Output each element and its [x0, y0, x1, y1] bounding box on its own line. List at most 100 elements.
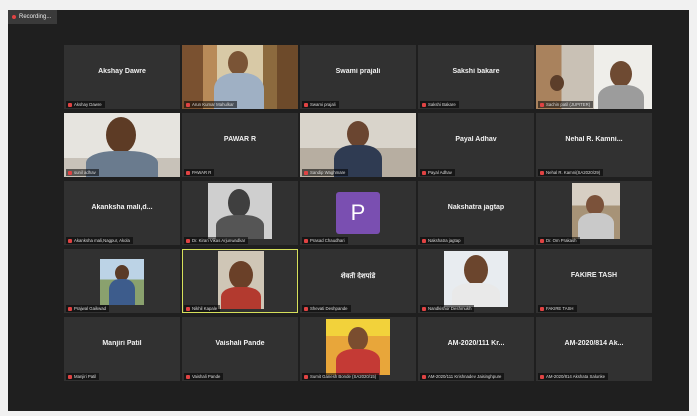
participant-tile[interactable]: Dr. Om Prakash: [536, 181, 652, 245]
participant-video: [208, 183, 272, 239]
mic-muted-icon: [422, 238, 426, 243]
participant-tile[interactable]: Manjiri Patil Manjiri Patil: [64, 317, 180, 381]
participant-name: Nehal R. Kamni...: [565, 136, 623, 143]
participant-tile[interactable]: AM-2020/814 Ak... AM-2020/814 Akshata Sa…: [536, 317, 652, 381]
mic-muted-icon: [304, 306, 308, 311]
participant-caption: Nandkishor Deshmukh: [420, 305, 475, 312]
participant-name: Akshay Dawre: [98, 68, 146, 75]
participant-tile[interactable]: Sakshi bakare Sakshi Bakare: [418, 45, 534, 109]
participant-caption: Manjiri Patil: [66, 373, 100, 380]
mic-muted-icon: [186, 170, 190, 175]
participant-tile[interactable]: Nehal R. Kamni... Nehal R. Kamni(SA2020/…: [536, 113, 652, 177]
mic-muted-icon: [304, 102, 308, 107]
participant-caption: Prajwal Gaikwad: [66, 305, 110, 312]
participant-caption: AM-2020/814 Akshata Salunke: [538, 373, 609, 380]
participant-tile[interactable]: Sumit Ganesh Bonde (SA2020/15): [300, 317, 416, 381]
participant-tile[interactable]: sunil adhav: [64, 113, 180, 177]
participant-video: [100, 259, 144, 305]
participant-tile[interactable]: FAKIRE TASH FAKIRE TASH: [536, 249, 652, 313]
mic-muted-icon: [422, 170, 426, 175]
participant-tile[interactable]: Dr. Kiran Vikas Arjunwadkar: [182, 181, 298, 245]
participant-name: PAWAR R: [223, 136, 257, 143]
participant-name: AM-2020/814 Ak...: [564, 340, 624, 347]
mic-muted-icon: [68, 170, 72, 175]
participant-caption: Prasad Chaudhari: [302, 237, 348, 244]
mic-muted-icon: [540, 170, 544, 175]
participant-tile[interactable]: Sachin patil (JUPITER): [536, 45, 652, 109]
participant-caption: sunil adhav: [66, 169, 99, 176]
participant-video: [536, 45, 652, 109]
participant-caption: Swami prajali: [302, 101, 339, 108]
mic-muted-icon: [68, 238, 72, 243]
mic-muted-icon: [304, 238, 308, 243]
participant-caption: Payal Adhav: [420, 169, 455, 176]
participant-caption: Nehal R. Kamni(SA2020/29): [538, 169, 604, 176]
participant-caption: Sandip Waghmare: [302, 169, 349, 176]
mic-muted-icon: [304, 170, 308, 175]
participant-caption: Akshay Dawre: [66, 101, 105, 108]
participant-video: [300, 113, 416, 177]
participant-video: [218, 251, 264, 309]
participant-caption: Vaishali Pande: [184, 373, 224, 380]
participant-caption: Sachin patil (JUPITER): [538, 101, 594, 108]
participant-caption: PAWAR R: [184, 169, 215, 176]
mic-muted-icon: [186, 238, 190, 243]
participant-name: Sakshi bakare: [452, 68, 500, 75]
participant-caption: Arun Kumar Mahulkar: [184, 101, 237, 108]
participant-video: [182, 45, 298, 109]
participant-tile[interactable]: शेवती देशपांडे Shevati Deshpande: [300, 249, 416, 313]
mic-muted-icon: [304, 374, 308, 379]
participant-caption: FAKIRE TASH: [538, 305, 577, 312]
participant-caption: Dr. Kiran Vikas Arjunwadkar: [184, 237, 249, 244]
participant-name: Manjiri Patil: [102, 340, 142, 347]
participant-name: Vaishali Pande: [215, 340, 265, 347]
participant-tile[interactable]: PAWAR R PAWAR R: [182, 113, 298, 177]
mic-muted-icon: [540, 102, 544, 107]
zoom-meeting-window: Recording... Akshay Dawre Akshay Dawre A…: [8, 10, 689, 411]
participant-name: Swami prajali: [335, 68, 381, 75]
participant-tile[interactable]: Sandip Waghmare: [300, 113, 416, 177]
participant-tile[interactable]: Akshay Dawre Akshay Dawre: [64, 45, 180, 109]
mic-muted-icon: [68, 102, 72, 107]
participant-video: [64, 113, 180, 177]
participant-tile[interactable]: Prajwal Gaikwad: [64, 249, 180, 313]
participant-caption: Sakshi Bakare: [420, 101, 459, 108]
participant-caption: Nikhil Kapale: [184, 305, 221, 312]
mic-muted-icon: [422, 102, 426, 107]
recording-label: Recording...: [19, 14, 52, 20]
participant-name: Payal Adhav: [455, 136, 497, 143]
participant-video: [572, 183, 620, 239]
mic-muted-icon: [540, 238, 544, 243]
participant-tile[interactable]: Akanksha mali,d... Akanksha mali,Nagpur,…: [64, 181, 180, 245]
mic-muted-icon: [422, 374, 426, 379]
mic-muted-icon: [186, 102, 190, 107]
participant-tile[interactable]: Payal Adhav Payal Adhav: [418, 113, 534, 177]
participant-name: FAKIRE TASH: [570, 272, 618, 279]
participant-tile[interactable]: Swami prajali Swami prajali: [300, 45, 416, 109]
participant-tile[interactable]: Arun Kumar Mahulkar: [182, 45, 298, 109]
mic-muted-icon: [186, 374, 190, 379]
mic-muted-icon: [422, 306, 426, 311]
participant-tile[interactable]: P Prasad Chaudhari: [300, 181, 416, 245]
participant-name: Nakshatra jagtap: [447, 204, 505, 211]
participant-name: AM-2020/111 Kr...: [447, 340, 505, 347]
participant-tile-active-speaker[interactable]: Nikhil Kapale: [182, 249, 298, 313]
participant-name: Akanksha mali,d...: [91, 204, 153, 211]
participant-video: [326, 319, 390, 375]
participant-tile[interactable]: Nakshatra jagtap Nakshatra jagtap: [418, 181, 534, 245]
participant-tile[interactable]: AM-2020/111 Kr... AM-2020/111 Krishnadev…: [418, 317, 534, 381]
participant-caption: Dr. Om Prakash: [538, 237, 580, 244]
mic-muted-icon: [540, 306, 544, 311]
participant-video: [444, 251, 508, 307]
record-icon: [12, 15, 16, 19]
participant-tile[interactable]: Vaishali Pande Vaishali Pande: [182, 317, 298, 381]
participant-tile[interactable]: Nandkishor Deshmukh: [418, 249, 534, 313]
participant-caption: AM-2020/111 Krishnadev Jaisinghpure: [420, 373, 505, 380]
recording-indicator[interactable]: Recording...: [8, 10, 58, 24]
participant-avatar: P: [336, 192, 380, 234]
participant-caption: Nakshatra jagtap: [420, 237, 464, 244]
participant-name: शेवती देशपांडे: [340, 273, 376, 280]
participant-caption: Shevati Deshpande: [302, 305, 351, 312]
mic-muted-icon: [68, 374, 72, 379]
mic-muted-icon: [68, 306, 72, 311]
